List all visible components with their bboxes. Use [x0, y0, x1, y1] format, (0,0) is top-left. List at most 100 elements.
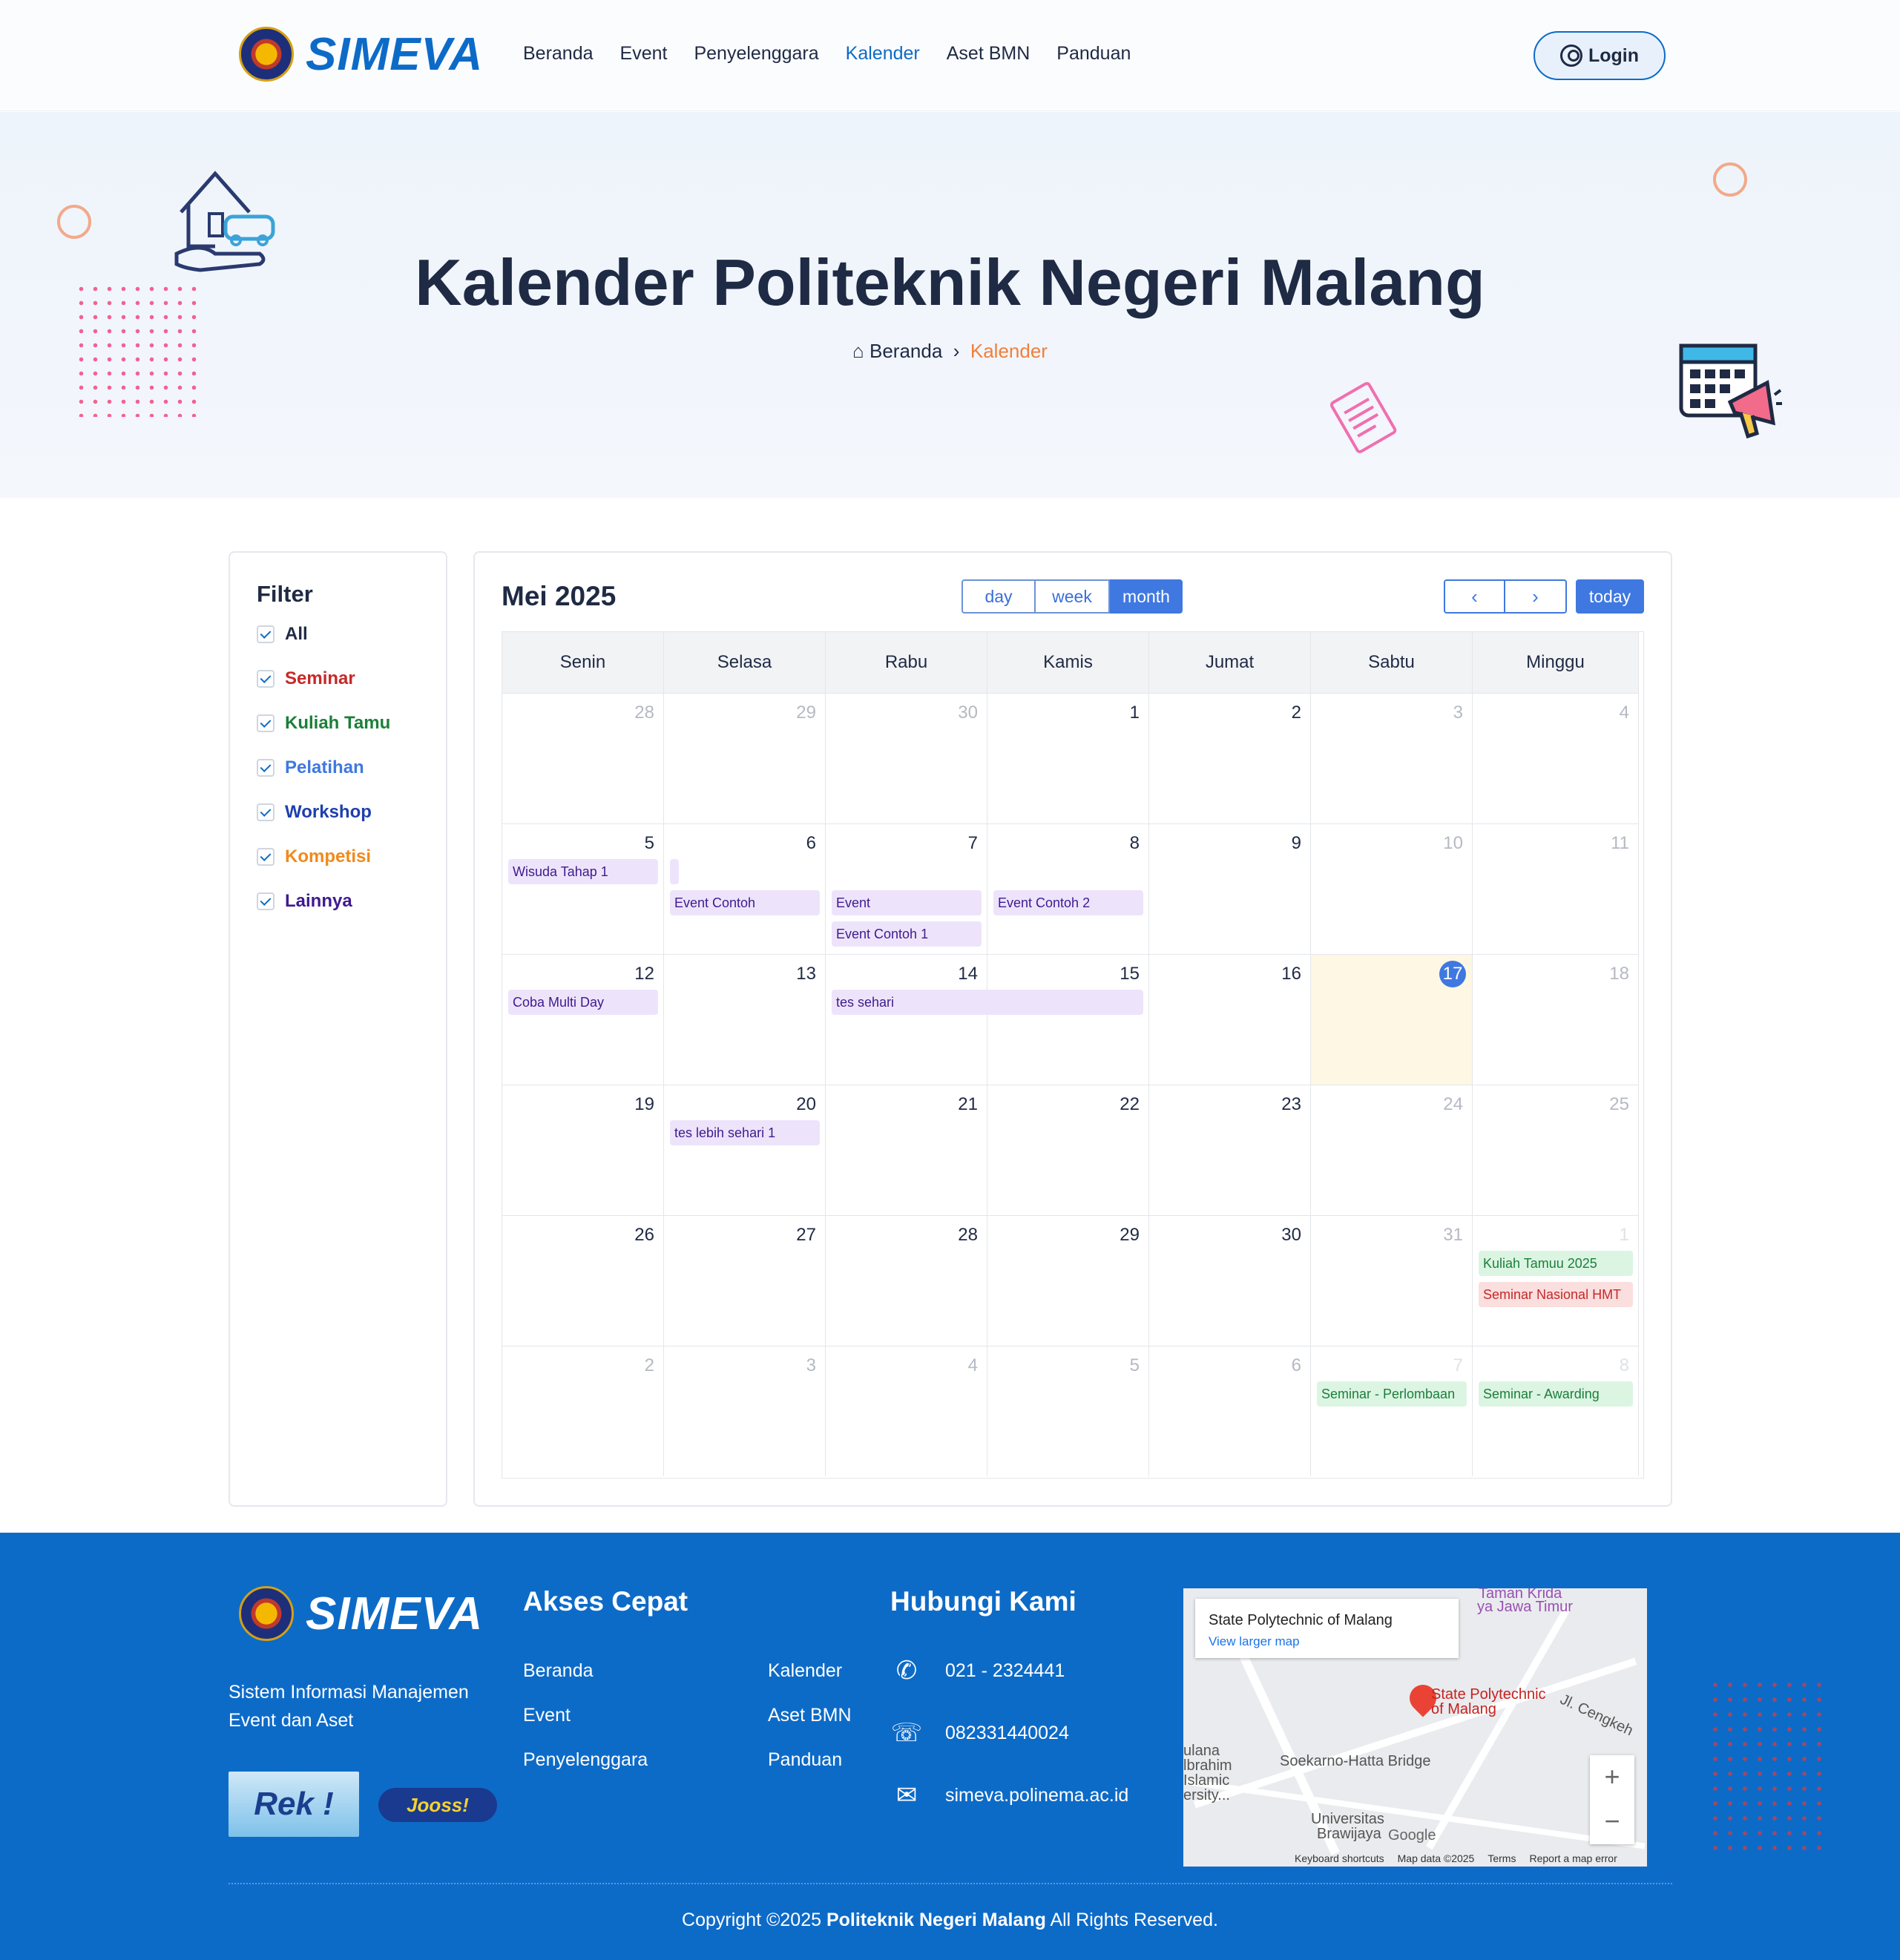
footer-brand[interactable]: SIMEVA [239, 1586, 483, 1641]
day-number[interactable]: 8 [1130, 833, 1140, 854]
day-number[interactable]: 31 [1443, 1225, 1463, 1246]
calendar-event[interactable]: Coba Multi Day [508, 990, 658, 1015]
day-number[interactable]: 7 [968, 833, 978, 854]
contact-email[interactable]: ✉ simeva.polinema.ac.id [890, 1779, 1129, 1812]
checkbox[interactable] [257, 803, 275, 821]
map-larger-link[interactable]: View larger map [1209, 1634, 1300, 1649]
map-footer-link[interactable]: Report a map error [1529, 1852, 1617, 1864]
nav-event[interactable]: Event [620, 43, 668, 65]
calendar-event[interactable]: Event Contoh 2 [993, 890, 1143, 915]
footer-link-beranda[interactable]: Beranda [523, 1660, 594, 1682]
day-number[interactable]: 19 [634, 1094, 654, 1115]
calendar-event[interactable]: Event Contoh [670, 890, 820, 915]
day-cell[interactable]: 18 [1473, 954, 1639, 1085]
day-number[interactable]: 4 [968, 1355, 978, 1376]
day-number[interactable]: 4 [1620, 703, 1629, 723]
nav-penyelenggara[interactable]: Penyelenggara [694, 43, 818, 65]
breadcrumb-home[interactable]: Beranda [870, 340, 942, 362]
calendar-event[interactable] [670, 859, 679, 884]
day-number[interactable]: 21 [958, 1094, 978, 1115]
day-number[interactable]: 22 [1120, 1094, 1140, 1115]
day-cell[interactable]: 20 [664, 1085, 826, 1215]
calendar-event[interactable]: Kuliah Tamuu 2025 [1479, 1251, 1633, 1276]
calendar-event[interactable]: tes lebih sehari 1 [670, 1120, 820, 1145]
day-cell[interactable]: 21 [826, 1085, 987, 1215]
day-cell[interactable]: 29 [664, 693, 826, 823]
day-cell[interactable]: 10 [1311, 823, 1473, 954]
view-month-button[interactable]: month [1110, 579, 1183, 614]
day-number[interactable]: 15 [1120, 964, 1140, 984]
day-cell[interactable]: 6 [1149, 1346, 1311, 1476]
contact-phone[interactable]: ✆ 021 - 2324441 [890, 1654, 1065, 1687]
day-cell[interactable]: 2 [502, 1346, 664, 1476]
calendar-event[interactable]: Wisuda Tahap 1 [508, 859, 658, 884]
day-cell[interactable]: 19 [502, 1085, 664, 1215]
nav-kalender[interactable]: Kalender [846, 43, 920, 65]
login-button[interactable]: Login [1534, 31, 1666, 80]
day-cell[interactable]: 15 [987, 954, 1149, 1085]
day-number[interactable]: 9 [1292, 833, 1301, 854]
calendar-event[interactable]: Seminar - Perlombaan [1317, 1381, 1467, 1407]
day-number[interactable]: 13 [796, 964, 816, 984]
day-cell[interactable]: 28 [826, 1215, 987, 1346]
day-cell[interactable]: 30 [826, 693, 987, 823]
day-number[interactable]: 30 [1281, 1225, 1301, 1246]
footer-link-aset-bmn[interactable]: Aset BMN [768, 1705, 852, 1726]
day-number[interactable]: 27 [796, 1225, 816, 1246]
day-cell[interactable]: 30 [1149, 1215, 1311, 1346]
day-number[interactable]: 18 [1609, 964, 1629, 984]
day-number[interactable]: 25 [1609, 1094, 1629, 1115]
day-number[interactable]: 28 [958, 1225, 978, 1246]
next-month-button[interactable]: › [1505, 579, 1567, 614]
day-number[interactable]: 11 [1611, 833, 1629, 854]
day-cell[interactable]: 25 [1473, 1085, 1639, 1215]
day-number[interactable]: 26 [634, 1225, 654, 1246]
calendar-event[interactable]: tes sehari [832, 990, 1143, 1015]
day-number[interactable]: 2 [645, 1355, 654, 1376]
calendar-event[interactable]: Seminar - Awarding [1479, 1381, 1633, 1407]
day-cell[interactable]: 22 [987, 1085, 1149, 1215]
day-number[interactable]: 5 [645, 833, 654, 854]
day-cell[interactable]: 28 [502, 693, 664, 823]
day-cell[interactable]: 4 [826, 1346, 987, 1476]
day-cell[interactable]: 11 [1473, 823, 1639, 954]
day-cell[interactable]: 12 [502, 954, 664, 1085]
prev-month-button[interactable]: ‹ [1444, 579, 1505, 614]
checkbox[interactable] [257, 670, 275, 688]
day-cell[interactable]: 8 [987, 823, 1149, 954]
day-cell[interactable]: 9 [1149, 823, 1311, 954]
checkbox[interactable] [257, 625, 275, 643]
day-cell[interactable]: 5 [987, 1346, 1149, 1476]
day-number[interactable]: 3 [806, 1355, 816, 1376]
filter-item-lainnya[interactable]: Lainnya [257, 891, 352, 912]
day-number[interactable]: 2 [1292, 703, 1301, 723]
day-number[interactable]: 12 [634, 964, 654, 984]
day-cell[interactable]: 16 [1149, 954, 1311, 1085]
day-cell[interactable]: 17 [1311, 954, 1473, 1085]
day-cell[interactable]: 7 [1311, 1346, 1473, 1476]
day-number[interactable]: 6 [806, 833, 816, 854]
day-number[interactable]: 1 [1620, 1225, 1629, 1246]
day-cell[interactable]: 23 [1149, 1085, 1311, 1215]
view-week-button[interactable]: week [1036, 579, 1110, 614]
checkbox[interactable] [257, 848, 275, 866]
filter-item-seminar[interactable]: Seminar [257, 668, 355, 689]
day-number[interactable]: 6 [1292, 1355, 1301, 1376]
map-footer-link[interactable]: Keyboard shortcuts [1295, 1852, 1384, 1864]
day-cell[interactable]: 4 [1473, 693, 1639, 823]
day-number[interactable]: 1 [1130, 703, 1140, 723]
day-cell[interactable]: 1 [987, 693, 1149, 823]
day-number[interactable]: 3 [1453, 703, 1463, 723]
day-number[interactable]: 10 [1443, 833, 1463, 854]
day-cell[interactable]: 29 [987, 1215, 1149, 1346]
day-cell[interactable]: 26 [502, 1215, 664, 1346]
filter-item-kuliah-tamu[interactable]: Kuliah Tamu [257, 713, 390, 734]
day-cell[interactable]: 14 [826, 954, 987, 1085]
day-number[interactable]: 14 [958, 964, 978, 984]
today-button[interactable]: today [1576, 579, 1644, 614]
filter-item-kompetisi[interactable]: Kompetisi [257, 846, 371, 867]
embedded-map[interactable]: State Polytechnic of Malang View larger … [1183, 1588, 1647, 1867]
footer-link-event[interactable]: Event [523, 1705, 571, 1726]
view-day-button[interactable]: day [961, 579, 1036, 614]
day-cell[interactable]: 31 [1311, 1215, 1473, 1346]
